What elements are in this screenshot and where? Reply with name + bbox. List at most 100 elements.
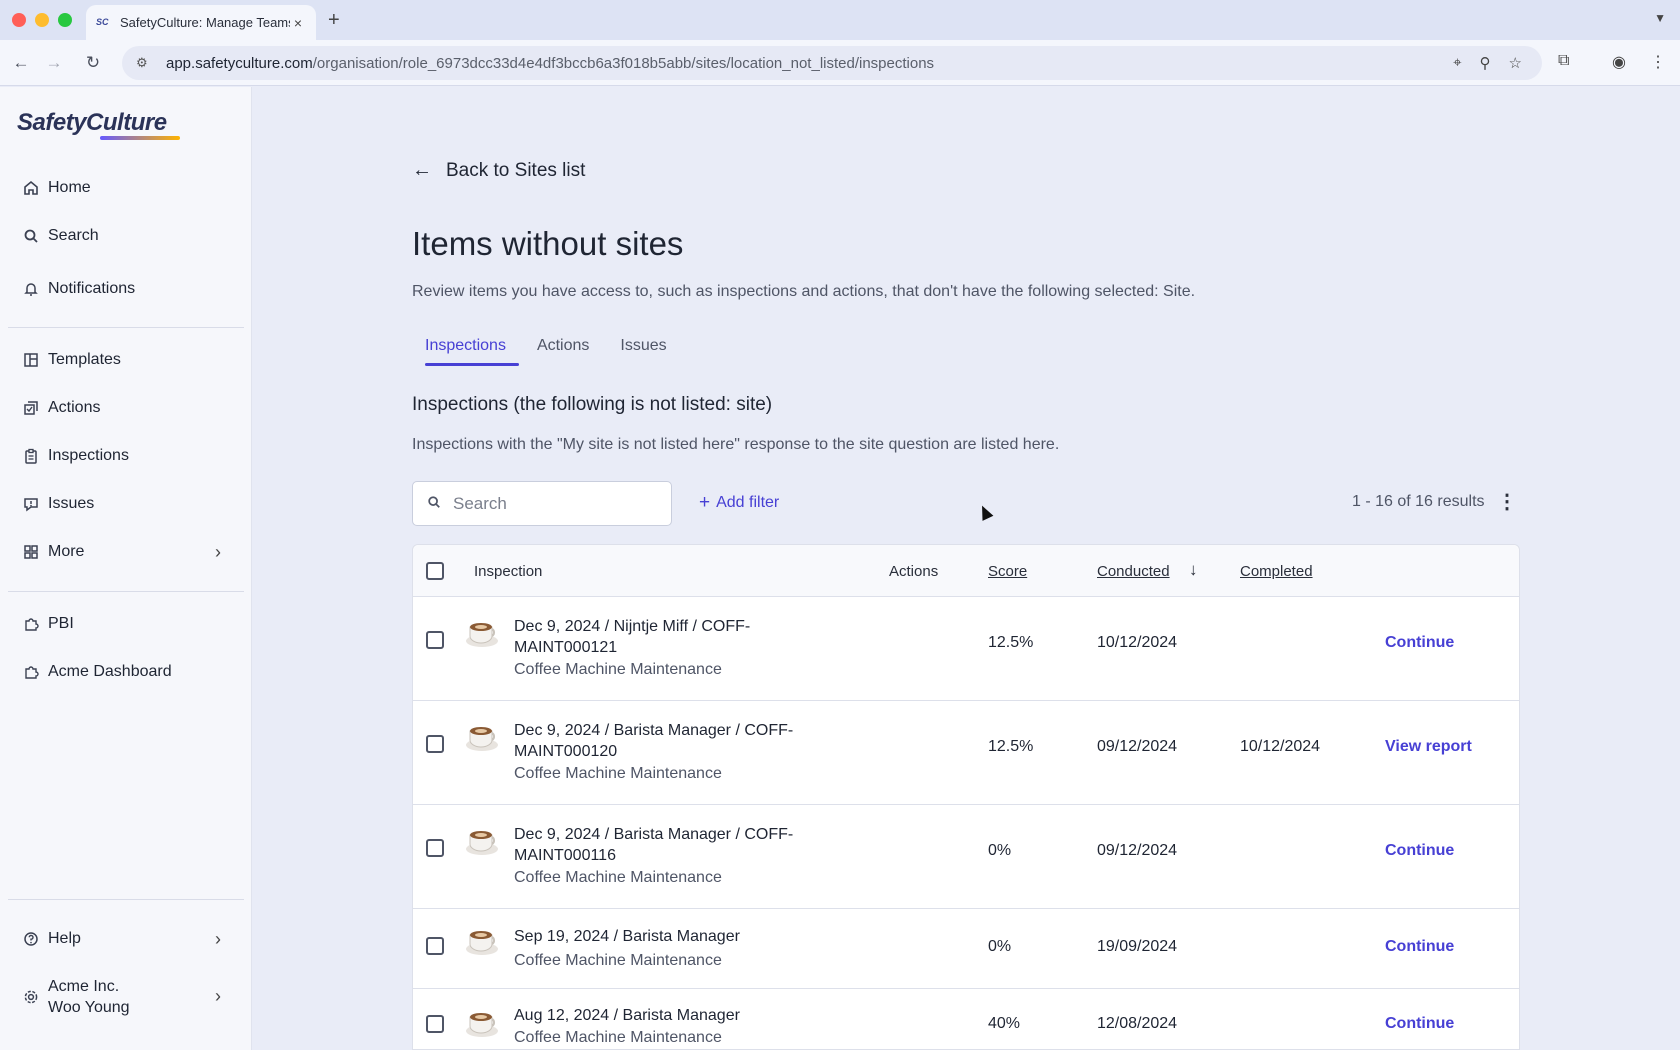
sidebar-item-home[interactable]: Home (22, 179, 91, 197)
search-field[interactable] (412, 481, 672, 526)
browser-tab-bar: SC SafetyCulture: Manage Teams × + ▼ (0, 0, 1680, 40)
sidebar-item-label: More (48, 543, 85, 560)
table-row[interactable]: Dec 9, 2024 / Barista Manager / COFF- MAI… (413, 805, 1519, 909)
help-icon (22, 930, 40, 948)
tab-inspections[interactable]: Inspections (412, 329, 519, 366)
inspections-table: Inspection Actions Score Conducted ↓ Com… (412, 544, 1520, 1050)
template-name: Coffee Machine Maintenance (514, 765, 722, 782)
tab-issues[interactable]: Issues (620, 329, 679, 366)
continue-link[interactable]: Continue (1385, 938, 1454, 956)
sidebar-item-inspections[interactable]: Inspections (22, 447, 129, 465)
add-filter-label: Add filter (716, 494, 780, 511)
sidebar-item-acme-dashboard[interactable]: Acme Dashboard (22, 663, 172, 681)
issue-icon (22, 495, 40, 513)
search-icon (22, 227, 40, 245)
search-input[interactable] (453, 493, 653, 514)
reload-icon[interactable]: ↻ (82, 52, 104, 74)
page-title: Items without sites (412, 225, 684, 262)
forward-arrow-icon[interactable]: → (43, 52, 65, 74)
maximize-window-button[interactable] (58, 13, 72, 27)
sidebar-item-more[interactable]: More › (22, 542, 221, 562)
bookmark-star-icon[interactable]: ☆ (1509, 54, 1522, 72)
template-name: Coffee Machine Maintenance (514, 1029, 722, 1046)
home-icon (22, 179, 40, 197)
table-row[interactable]: Aug 12, 2024 / Barista Manager Coffee Ma… (413, 989, 1519, 1049)
row-checkbox[interactable] (426, 839, 444, 857)
continue-link[interactable]: Continue (1385, 1015, 1454, 1033)
main-content: ← Back to Sites list Items without sites… (252, 87, 1680, 1050)
table-row[interactable]: Dec 9, 2024 / Nijntje Miff / COFF- MAINT0… (413, 597, 1519, 701)
minimize-window-button[interactable] (35, 13, 49, 27)
table-row[interactable]: Sep 19, 2024 / Barista Manager Coffee Ma… (413, 909, 1519, 989)
row-checkbox[interactable] (426, 937, 444, 955)
view-report-link[interactable]: View report (1385, 738, 1472, 756)
coffee-cup-icon (465, 617, 499, 649)
browser-tab[interactable]: SC SafetyCulture: Manage Teams × (86, 5, 316, 40)
browser-menu-icon[interactable]: ⋮ (1650, 52, 1666, 72)
profile-icon[interactable]: ◉ (1612, 52, 1626, 72)
column-header-completed[interactable]: Completed (1240, 563, 1313, 580)
logo-underline (100, 136, 180, 140)
sidebar-item-pbi[interactable]: PBI (22, 615, 74, 633)
close-tab-icon[interactable]: × (290, 15, 306, 31)
sidebar-item-label: Notifications (48, 280, 136, 297)
add-filter-button[interactable]: + Add filter (699, 492, 779, 514)
table-row[interactable]: Dec 9, 2024 / Barista Manager / COFF- MAI… (413, 701, 1519, 805)
sidebar-item-actions[interactable]: Actions (22, 399, 100, 417)
row-checkbox[interactable] (426, 1015, 444, 1033)
site-settings-icon[interactable]: ⚙ (136, 55, 154, 71)
extensions-puzzle-icon[interactable]: ⧉ (1558, 52, 1569, 70)
sidebar-item-account[interactable]: Acme Inc. Woo Young › (22, 976, 221, 1018)
inspection-title[interactable]: Dec 9, 2024 / Barista Manager / COFF- MAI… (514, 720, 814, 762)
tab-actions[interactable]: Actions (537, 329, 602, 366)
column-header-inspection: Inspection (474, 563, 543, 580)
sidebar-item-notifications[interactable]: Notifications (22, 280, 135, 298)
back-to-sites-link[interactable]: ← Back to Sites list (412, 159, 585, 182)
new-tab-icon[interactable]: + (328, 9, 340, 32)
tab-search-chevron-icon[interactable]: ▼ (1654, 11, 1666, 25)
tab-title: SafetyCulture: Manage Teams (120, 15, 290, 30)
zoom-icon[interactable]: ⚲ (1480, 54, 1491, 72)
inspection-title-line1: Sep 19, 2024 / Barista Manager (514, 928, 740, 945)
plus-icon: + (699, 492, 711, 513)
score-value: 0% (988, 842, 1012, 859)
coffee-cup-icon (465, 1007, 499, 1039)
tab-list: Inspections Actions Issues (412, 329, 680, 366)
continue-link[interactable]: Continue (1385, 634, 1454, 652)
inspection-title[interactable]: Aug 12, 2024 / Barista Manager (514, 1005, 814, 1026)
safetyculture-logo[interactable]: SafetyCulture (17, 109, 167, 137)
back-arrow-icon[interactable]: ← (10, 52, 32, 74)
url-path: /organisation/role_6973dcc33d4e4df3bccb6… (312, 54, 935, 72)
inspection-title[interactable]: Dec 9, 2024 / Nijntje Miff / COFF- MAINT0… (514, 616, 814, 658)
close-window-button[interactable] (12, 13, 26, 27)
column-header-score[interactable]: Score (988, 563, 1027, 580)
gear-icon (22, 988, 40, 1006)
coffee-cup-icon (465, 925, 499, 957)
bell-icon (22, 280, 40, 298)
mouse-cursor-icon (976, 503, 994, 521)
continue-link[interactable]: Continue (1385, 842, 1454, 860)
section-description: Inspections with the "My site is not lis… (412, 436, 1060, 453)
sidebar-item-search[interactable]: Search (22, 227, 99, 245)
inspection-title[interactable]: Dec 9, 2024 / Barista Manager / COFF- MAI… (514, 824, 814, 866)
inspection-title-line2: MAINT000121 (514, 639, 618, 656)
select-all-checkbox[interactable] (426, 562, 444, 580)
address-bar[interactable]: ⚙ app.safetyculture.com/organisation/rol… (122, 46, 1542, 80)
account-info: Acme Inc. Woo Young (48, 976, 130, 1018)
inspection-title-line2: MAINT000120 (514, 743, 618, 760)
templates-icon (22, 351, 40, 369)
row-checkbox[interactable] (426, 631, 444, 649)
sidebar-item-templates[interactable]: Templates (22, 351, 121, 369)
inspection-title[interactable]: Sep 19, 2024 / Barista Manager (514, 926, 814, 947)
location-pin-icon[interactable]: ⌖ (1453, 54, 1461, 72)
sidebar-item-label: Actions (48, 399, 101, 416)
row-checkbox[interactable] (426, 735, 444, 753)
sidebar-item-issues[interactable]: Issues (22, 495, 94, 513)
sidebar-item-help[interactable]: Help › (22, 929, 221, 949)
column-header-conducted[interactable]: Conducted (1097, 563, 1170, 580)
sort-descending-icon[interactable]: ↓ (1189, 560, 1198, 580)
sidebar-item-label: Help (48, 930, 81, 947)
score-value: 40% (988, 1015, 1021, 1032)
results-count: 1 - 16 of 16 results (1352, 493, 1485, 510)
more-options-icon[interactable]: ⋮ (1497, 489, 1517, 514)
